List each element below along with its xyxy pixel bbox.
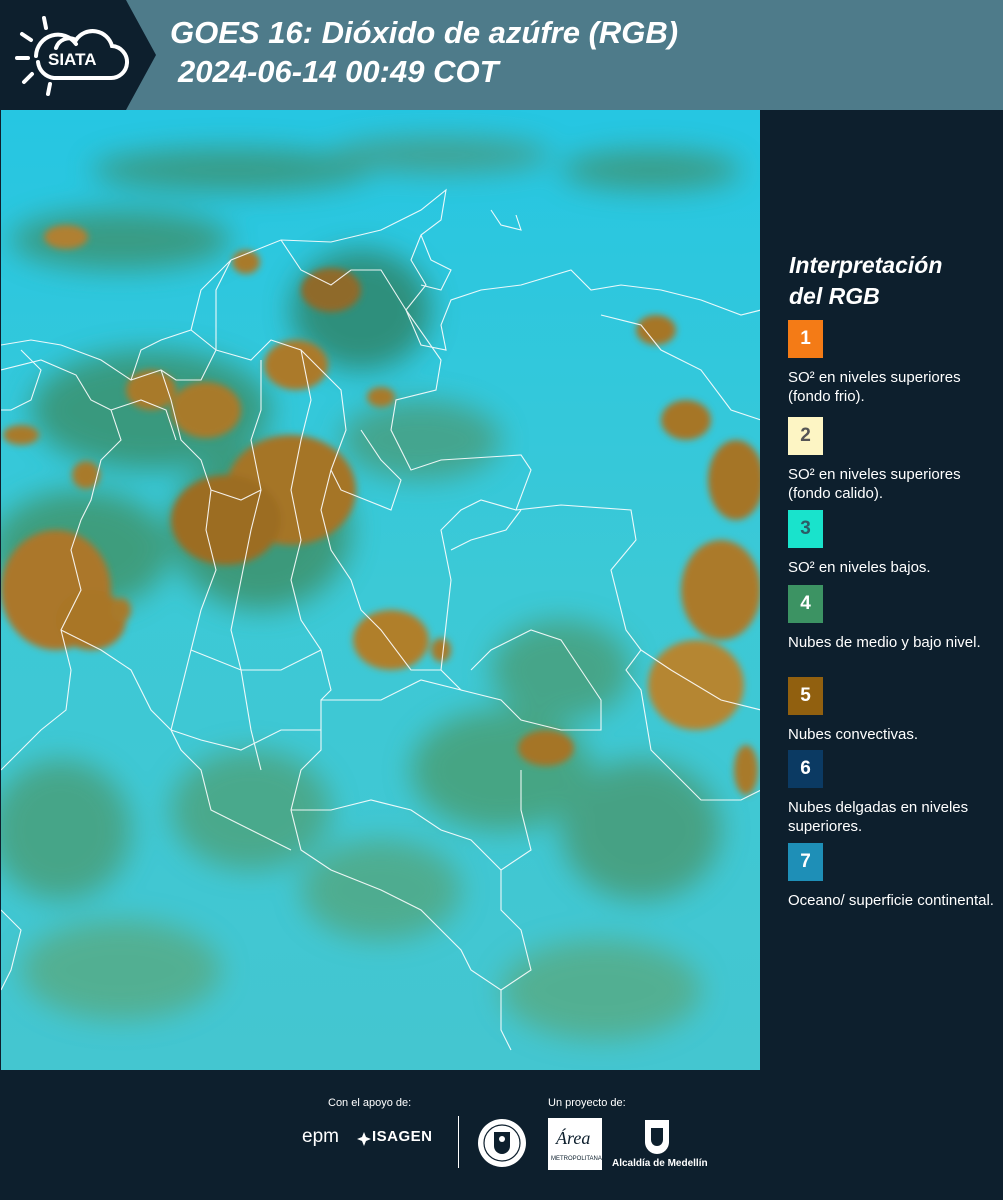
legend-title-line-2: del RGB — [789, 283, 880, 309]
legend-label: Nubes convectivas. — [788, 726, 919, 743]
legend-swatch: 5 — [788, 677, 823, 715]
legend-label: SO² en niveles superiores (fondo calido)… — [788, 466, 961, 502]
legend-swatch: 3 — [788, 510, 823, 548]
legend-item-2: 2 SO² en niveles superiores (fondo calido… — [788, 417, 998, 503]
siata-logo: SIATA — [15, 16, 129, 96]
legend-item-1: 1 SO² en niveles superiores (fondo frio). — [788, 320, 998, 406]
legend-item-6: 6 Nubes delgadas en niveles superiores. — [788, 750, 998, 836]
support-label: Con el apoyo de: — [328, 1097, 412, 1109]
epm-logo: epm — [302, 1126, 339, 1147]
title-line-1: GOES 16: Dióxido de azúfre (RGB) — [170, 15, 679, 50]
area-metropolitana-logo: Área METROPOLITANA — [548, 1118, 602, 1170]
project-label: Un proyecto de: — [548, 1097, 626, 1109]
legend-label: SO² en niveles superiores (fondo frio). — [788, 369, 961, 405]
legend-item-7: 7 Oceano/ superficie continental. — [788, 843, 998, 910]
svg-text:METROPOLITANA: METROPOLITANA — [551, 1156, 602, 1162]
legend-label: Oceano/ superficie continental. — [788, 892, 994, 909]
svg-text:Área: Área — [555, 1127, 590, 1148]
legend-item-5: 5 Nubes convectivas. — [788, 677, 998, 744]
legend-panel: Interpretación del RGB 1 SO² en niveles s… — [760, 110, 1003, 1070]
alcaldia-text: Alcaldía de Medellín — [612, 1158, 708, 1169]
header: SIATA GOES 16: Dióxido de azúfre (RGB) 2… — [0, 0, 1003, 110]
legend-swatch: 4 — [788, 585, 823, 623]
legend-title: Interpretación del RGB — [789, 250, 999, 312]
legend-label: Nubes delgadas en niveles superiores. — [788, 799, 969, 835]
satellite-image — [1, 110, 760, 1070]
legend-item-4: 4 Nubes de medio y bajo nivel. — [788, 585, 998, 652]
medellin-seal — [478, 1119, 526, 1167]
legend-title-line-1: Interpretación — [789, 252, 943, 278]
legend-swatch: 1 — [788, 320, 823, 358]
legend-label: SO² en niveles bajos. — [788, 559, 931, 576]
alcaldia-shield-icon — [645, 1120, 669, 1154]
legend-item-3: 3 SO² en niveles bajos. — [788, 510, 998, 577]
footer: Con el apoyo de: Un proyecto de: epm ISA… — [0, 1070, 1003, 1200]
title-line-2: 2024-06-14 00:49 COT — [178, 54, 499, 89]
isagen-logo: ISAGEN — [372, 1128, 433, 1145]
isagen-icon — [357, 1132, 371, 1146]
legend-swatch: 2 — [788, 417, 823, 455]
footer-divider — [458, 1116, 459, 1168]
legend-label: Nubes de medio y bajo nivel. — [788, 634, 981, 651]
legend-swatch: 6 — [788, 750, 823, 788]
satellite-map — [0, 110, 760, 1070]
logo-text: SIATA — [48, 50, 96, 69]
legend-swatch: 7 — [788, 843, 823, 881]
